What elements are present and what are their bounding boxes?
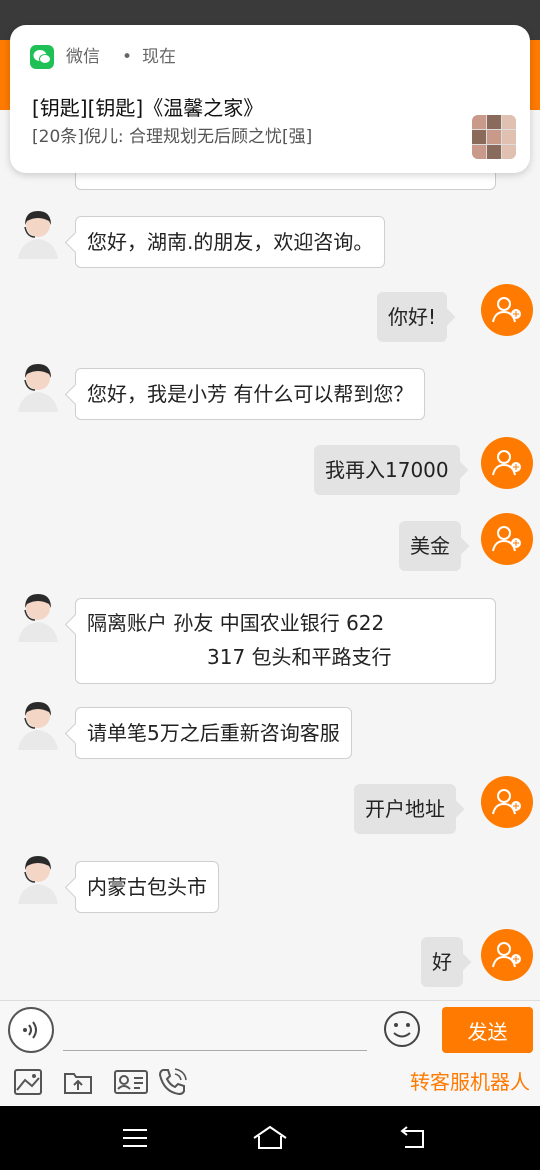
agent-message-account: 隔离账户 孙友 中国农业银行 622 317 包头和平路支行 bbox=[75, 598, 496, 684]
agent-avatar[interactable] bbox=[13, 207, 63, 259]
user-avatar[interactable] bbox=[481, 776, 533, 828]
emoji-button[interactable] bbox=[382, 1009, 422, 1049]
user-message: 开户地址 bbox=[354, 784, 456, 834]
user-avatar[interactable] bbox=[481, 437, 533, 489]
image-icon[interactable] bbox=[12, 1066, 44, 1098]
notification-time: 现在 bbox=[142, 47, 176, 67]
switch-to-robot-link[interactable]: 转客服机器人 bbox=[410, 1068, 530, 1096]
user-avatar[interactable] bbox=[481, 284, 533, 336]
agent-avatar[interactable] bbox=[13, 360, 63, 412]
user-message: 你好! bbox=[377, 292, 448, 342]
file-upload-icon[interactable] bbox=[62, 1066, 94, 1098]
agent-message: 您好，我是小芳 有什么可以帮到您？ bbox=[75, 368, 426, 420]
message-input-bar: 发送 bbox=[0, 1000, 540, 1058]
agent-avatar[interactable] bbox=[13, 590, 63, 642]
back-icon[interactable] bbox=[395, 1122, 431, 1154]
attachment-toolbar: 转客服机器人 bbox=[0, 1058, 540, 1106]
notification-title: [钥匙][钥匙]《温馨之家》 bbox=[32, 96, 264, 120]
message-input[interactable] bbox=[63, 1011, 367, 1051]
system-nav-bar bbox=[0, 1106, 540, 1170]
user-avatar[interactable] bbox=[481, 929, 533, 981]
voice-input-button[interactable] bbox=[8, 1007, 54, 1053]
agent-avatar[interactable] bbox=[13, 698, 63, 750]
redacted-block bbox=[84, 647, 204, 675]
redacted-block bbox=[384, 608, 457, 641]
phone-call-icon[interactable] bbox=[156, 1066, 188, 1098]
notification-body: [20条]倪儿: 合理规划无后顾之忧[强] bbox=[32, 127, 313, 147]
agent-message: 内蒙古包头市 bbox=[75, 861, 219, 913]
home-icon[interactable] bbox=[252, 1122, 288, 1154]
menu-icon[interactable] bbox=[117, 1122, 153, 1154]
wechat-icon bbox=[30, 45, 54, 69]
user-message: 好 bbox=[421, 937, 463, 987]
contact-card-icon[interactable] bbox=[113, 1066, 149, 1098]
smiley-icon bbox=[384, 1011, 420, 1047]
voice-icon bbox=[23, 1021, 37, 1039]
agent-message: 您好，湖南.的朋友，欢迎咨询。 bbox=[75, 216, 386, 268]
notification-separator: • bbox=[122, 47, 133, 67]
user-avatar[interactable] bbox=[481, 513, 533, 565]
user-message: 美金 bbox=[399, 521, 461, 571]
send-button[interactable]: 发送 bbox=[442, 1007, 533, 1053]
group-avatar-thumbnail bbox=[472, 115, 516, 159]
account-line-1: 隔离账户 孙友 中国农业银行 622 bbox=[87, 611, 385, 635]
user-message: 我再入17000 bbox=[314, 445, 460, 495]
agent-message: 请单笔5万之后重新咨询客服 bbox=[75, 707, 352, 759]
agent-avatar[interactable] bbox=[13, 852, 63, 904]
account-line-2: 317 包头和平路支行 bbox=[207, 644, 392, 669]
notification-app-name: 微信 bbox=[66, 47, 100, 67]
wechat-notification[interactable]: 微信 • 现在 [钥匙][钥匙]《温馨之家》 [20条]倪儿: 合理规划无后顾之… bbox=[10, 25, 530, 173]
